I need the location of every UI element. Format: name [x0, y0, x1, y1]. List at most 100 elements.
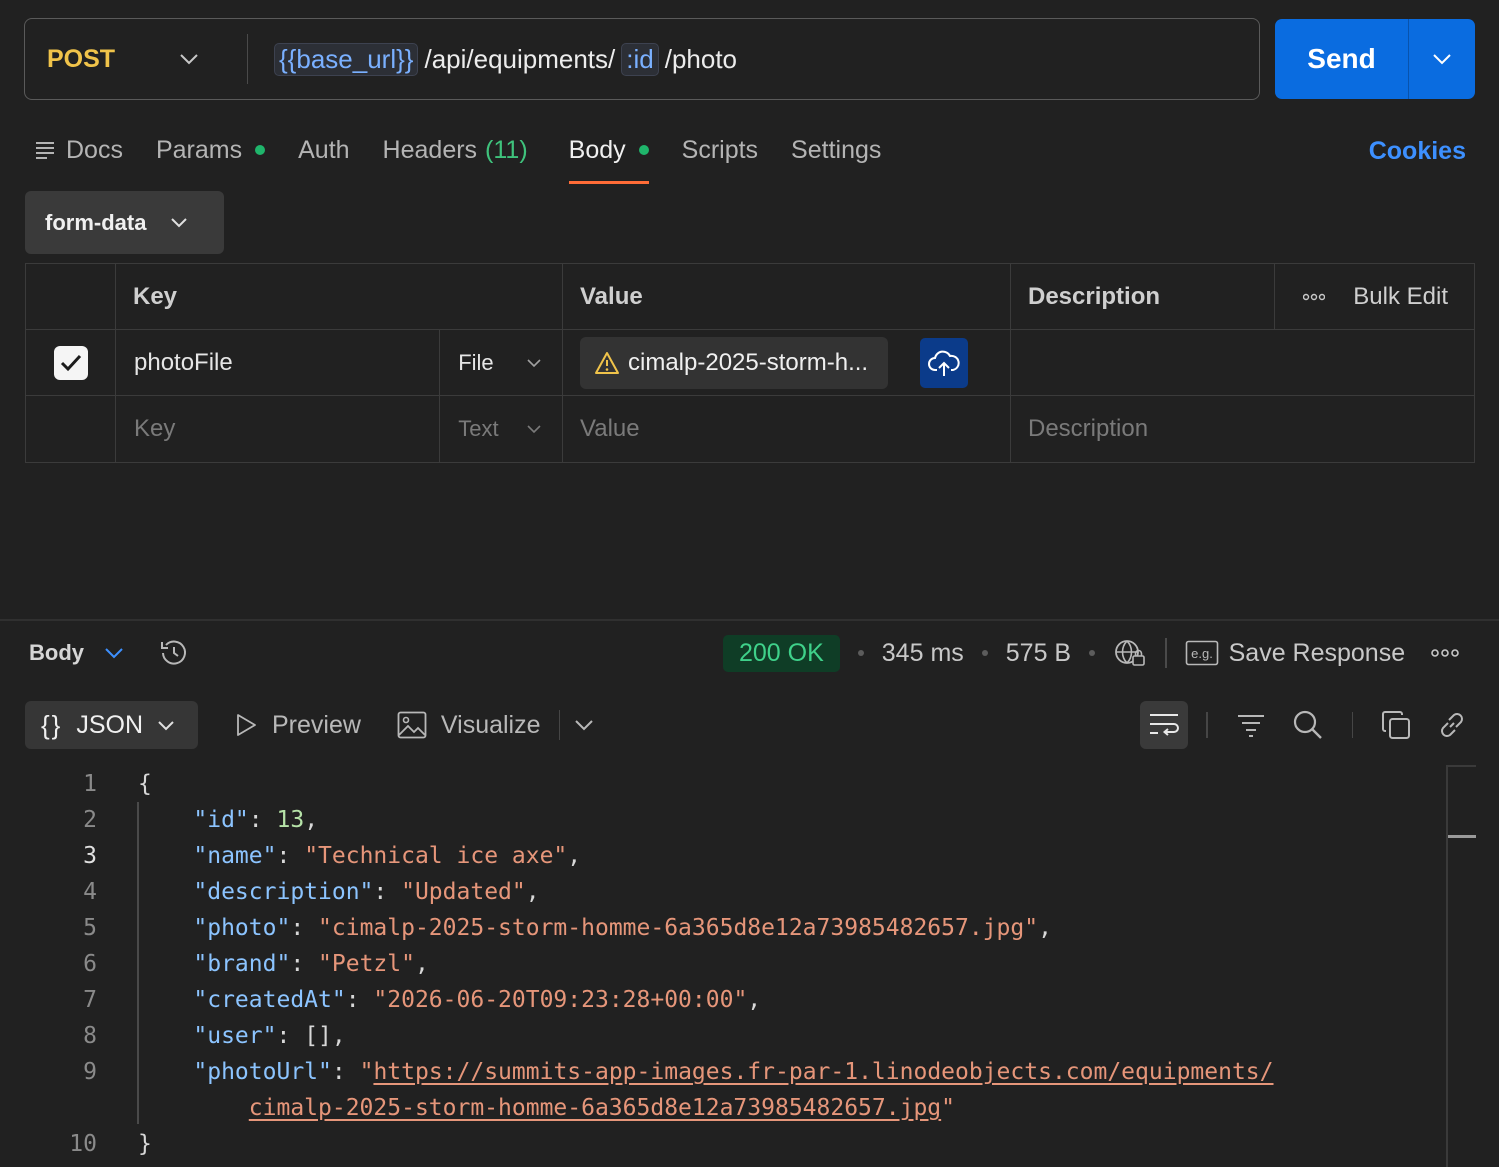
chevron-down-icon	[1433, 54, 1451, 65]
wrap-lines-button[interactable]	[1140, 701, 1188, 749]
row-key-cell: photoFile File	[116, 330, 563, 395]
code-line: 4 "description": "Updated",	[0, 874, 1446, 910]
method-select[interactable]: POST	[25, 19, 247, 99]
response-section-label: Body	[29, 640, 84, 665]
line-number: 3	[83, 843, 97, 869]
tab-docs[interactable]: Docs	[34, 128, 123, 172]
line-number: 10	[69, 1131, 97, 1157]
value-input[interactable]: Value	[563, 396, 1011, 462]
link-button[interactable]	[1437, 710, 1467, 740]
key-input[interactable]: photoFile	[116, 330, 441, 395]
code-text: "description": "Updated",	[193, 879, 540, 905]
tab-label: Docs	[66, 135, 123, 164]
history-icon[interactable]	[158, 638, 190, 668]
url-variable-base-url[interactable]: {{base_url}}	[274, 42, 419, 76]
table-row: photoFile File cimalp-2025-storm-h...	[26, 330, 1474, 396]
url-variable-id[interactable]: :id	[621, 42, 659, 76]
pane-divider[interactable]	[0, 619, 1499, 621]
cookies-link[interactable]: Cookies	[1369, 137, 1466, 166]
example-icon-label: e.g.	[1191, 646, 1213, 661]
search-button[interactable]	[1292, 709, 1324, 741]
code-text: "id": 13,	[193, 807, 319, 833]
code-line: 9 "photoUrl": "https://summits-app-image…	[0, 1054, 1446, 1090]
json-url-link[interactable]: https://summits-app-images.fr-par-1.lino…	[373, 1059, 1273, 1085]
response-time[interactable]: 345 ms	[882, 639, 964, 668]
bulk-edit-button[interactable]: Bulk Edit	[1353, 283, 1448, 311]
filter-icon	[1237, 715, 1264, 737]
body-mode-label: form-data	[45, 209, 147, 235]
response-body-editor[interactable]: 1{ 2 "id": 13, 3 "name": "Technical ice …	[0, 766, 1446, 1162]
code-text: "photo": "cimalp-2025-storm-homme-6a365d…	[193, 915, 1052, 941]
response-section-select[interactable]: Body	[29, 638, 190, 668]
line-number: 2	[83, 807, 97, 833]
row-description-cell[interactable]	[1011, 330, 1474, 395]
tab-params[interactable]: Params	[156, 128, 266, 172]
divider	[1206, 712, 1208, 738]
code-text: }	[138, 1131, 152, 1157]
format-select[interactable]: {} JSON	[25, 701, 198, 749]
copy-button[interactable]	[1381, 710, 1411, 740]
type-select[interactable]: Text	[440, 396, 562, 462]
form-data-table: Key Value Description Bulk Edit photoFil…	[25, 263, 1475, 463]
json-key: "name"	[193, 843, 277, 869]
chevron-down-icon	[180, 54, 198, 65]
key-value: photoFile	[134, 348, 233, 376]
search-icon	[1293, 710, 1322, 739]
code-line: 5 "photo": "cimalp-2025-storm-homme-6a36…	[0, 910, 1446, 946]
copy-icon	[1382, 711, 1410, 739]
json-url-link[interactable]: cimalp-2025-storm-homme-6a365d8e12a73985…	[249, 1095, 941, 1121]
code-text: "photoUrl": "https://summits-app-images.…	[193, 1059, 1274, 1085]
tab-auth[interactable]: Auth	[298, 128, 349, 172]
line-number: 5	[83, 915, 97, 941]
response-size[interactable]: 575 B	[1006, 639, 1071, 668]
more-options-icon[interactable]	[1303, 293, 1326, 301]
code-line: 2 "id": 13,	[0, 802, 1446, 838]
visualize-button[interactable]: Visualize	[397, 710, 594, 740]
json-key: "user"	[193, 1023, 277, 1049]
cloud-upload-icon	[928, 350, 960, 376]
json-key: "photoUrl"	[193, 1059, 332, 1085]
scrollbar-edge	[1446, 765, 1476, 767]
divider	[1165, 638, 1167, 668]
divider	[558, 710, 561, 740]
send-options-button[interactable]	[1409, 19, 1475, 99]
tab-label: Auth	[298, 135, 350, 164]
selected-file-chip[interactable]: cimalp-2025-storm-h...	[580, 336, 889, 389]
filter-button[interactable]	[1236, 712, 1266, 738]
preview-button[interactable]: Preview	[234, 711, 361, 740]
tab-headers[interactable]: Headers (11)	[383, 128, 528, 172]
code-line: 6 "brand": "Petzl",	[0, 946, 1446, 982]
vertical-scrollbar[interactable]	[1446, 766, 1448, 1167]
table-header-cell	[26, 264, 116, 329]
network-globe-lock-icon[interactable]	[1113, 638, 1147, 668]
more-options-icon[interactable]	[1431, 648, 1459, 658]
save-response-button[interactable]: Save Response	[1229, 639, 1406, 668]
url-path-segment: /photo	[664, 43, 738, 74]
chevron-down-icon	[105, 648, 123, 659]
line-number: 7	[83, 987, 97, 1013]
tab-body[interactable]: Body	[568, 128, 649, 184]
scrollbar-thumb[interactable]	[1448, 835, 1476, 838]
response-tools	[1140, 701, 1475, 749]
key-input[interactable]: Key	[116, 396, 441, 462]
body-mode-select[interactable]: form-data	[25, 191, 224, 254]
chevron-down-icon	[527, 425, 541, 434]
tab-scripts[interactable]: Scripts	[682, 128, 758, 172]
upload-file-button[interactable]	[920, 337, 969, 388]
description-input[interactable]: Description	[1011, 396, 1474, 462]
row-enable-cell	[26, 330, 116, 395]
chevron-down-icon[interactable]	[574, 719, 594, 731]
url-input[interactable]: {{base_url}} /api/equipments/ :id /photo	[248, 42, 738, 76]
row-enabled-checkbox[interactable]	[53, 345, 88, 380]
json-value: 13	[276, 807, 305, 833]
type-select[interactable]: File	[440, 330, 562, 395]
tab-settings[interactable]: Settings	[791, 128, 881, 172]
send-button[interactable]: Send	[1275, 19, 1409, 99]
status-badge[interactable]: 200 OK	[723, 634, 840, 672]
play-icon	[237, 714, 256, 736]
line-number: 1	[83, 771, 97, 797]
chevron-down-icon	[158, 720, 174, 730]
json-value: "2026-06-20T09:23:28+00:00"	[373, 987, 748, 1013]
tab-label: Headers	[382, 135, 478, 164]
response-meta: 200 OK 345 ms 575 B e.g. Save Response	[723, 630, 1459, 676]
